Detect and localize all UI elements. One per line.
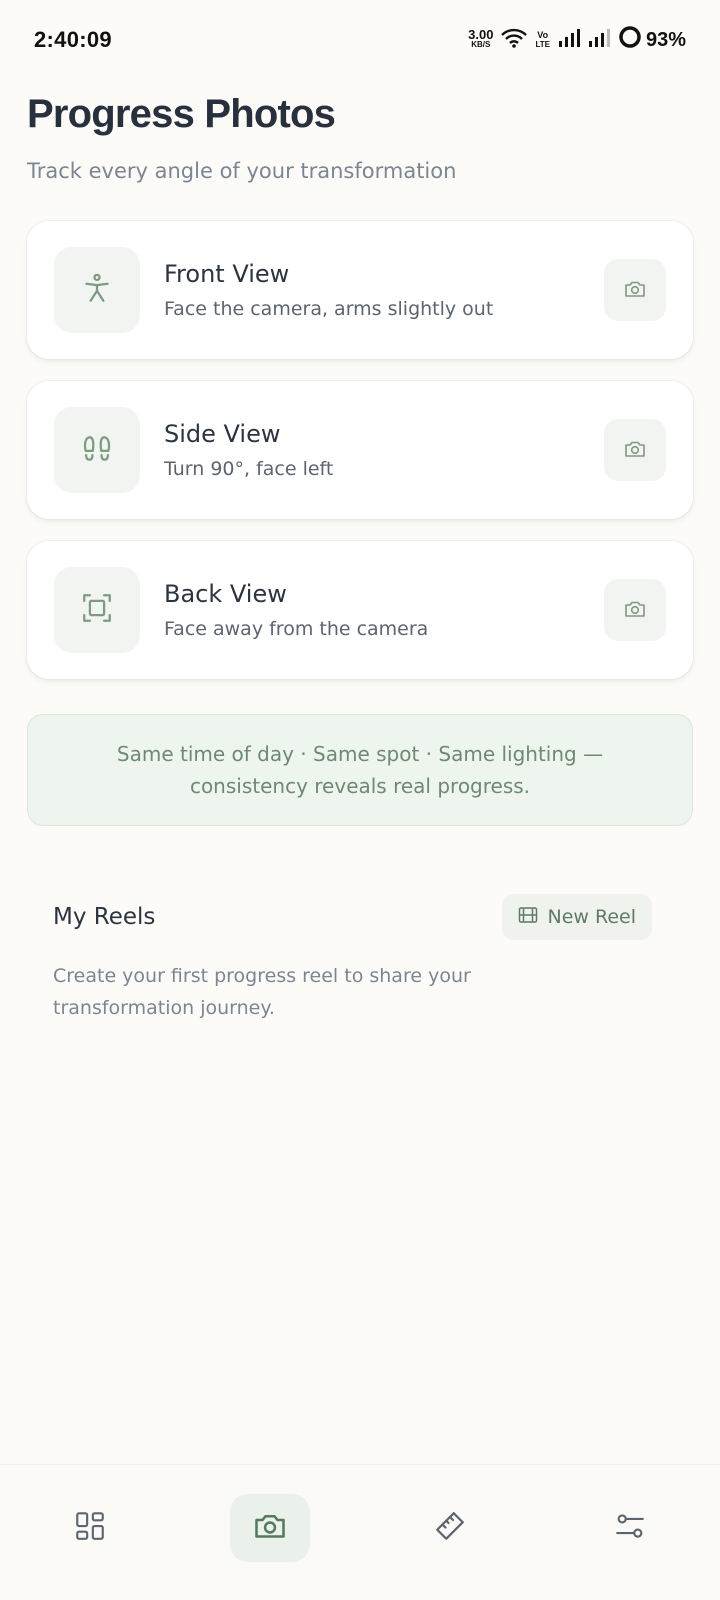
view-title: Front View	[164, 260, 290, 288]
reels-title: My Reels	[53, 904, 156, 930]
view-text: Front View Face the camera, arms slightl…	[164, 260, 604, 320]
nav-settings[interactable]	[590, 1494, 670, 1562]
nav-camera[interactable]	[230, 1493, 310, 1562]
status-icons: 3.00 KB/S Vo LTE 93%	[468, 25, 686, 55]
tip-line-2: consistency reveals real progress.	[189, 774, 531, 798]
consistency-tip: Same time of day · Same spot · Same ligh…	[27, 714, 693, 826]
nav-measurements[interactable]	[410, 1494, 490, 1562]
bottom-nav	[0, 1464, 720, 1600]
scan-frame-icon	[80, 591, 114, 629]
camera-icon	[252, 1508, 288, 1548]
person-standing-icon	[80, 271, 114, 309]
wifi-icon	[501, 28, 528, 52]
film-icon	[518, 906, 538, 929]
page-subtitle: Track every angle of your transformation	[27, 159, 457, 183]
footprints-icon	[80, 431, 114, 469]
front-view-camera-button[interactable]	[604, 259, 666, 321]
view-text: Side View Turn 90°, face left	[164, 420, 604, 480]
reels-empty-state: Create your first progress reel to share…	[53, 965, 471, 1019]
status-time: 2:40:09	[34, 27, 112, 52]
front-view-card[interactable]: Front View Face the camera, arms slightl…	[27, 221, 693, 359]
view-cards: Front View Face the camera, arms slightl…	[27, 221, 693, 701]
reels-header: My Reels New Reel	[53, 894, 652, 940]
view-text: Back View Face away from the camera	[164, 580, 604, 640]
dashboard-icon	[73, 1509, 107, 1547]
volte-indicator: Vo LTE	[535, 30, 550, 50]
view-description: Face the camera, arms slightly out	[164, 298, 494, 320]
view-icon-box	[54, 247, 140, 333]
signal-icon	[558, 29, 580, 51]
back-view-card[interactable]: Back View Face away from the camera	[27, 541, 693, 679]
back-view-camera-button[interactable]	[604, 579, 666, 641]
side-view-camera-button[interactable]	[604, 419, 666, 481]
page-header: Progress Photos Track every angle of you…	[27, 92, 693, 183]
view-title: Back View	[164, 580, 287, 608]
signal-icon-2	[588, 29, 610, 51]
battery-ring-icon	[618, 25, 642, 55]
view-description: Turn 90°, face left	[164, 458, 334, 480]
settings-sliders-icon	[613, 1509, 647, 1547]
camera-icon	[623, 437, 647, 464]
view-icon-box	[54, 407, 140, 493]
new-reel-button[interactable]: New Reel	[501, 894, 652, 940]
view-icon-box	[54, 567, 140, 653]
view-description: Face away from the camera	[164, 618, 429, 640]
camera-icon	[623, 277, 647, 304]
view-title: Side View	[164, 420, 281, 448]
ruler-icon	[432, 1508, 468, 1548]
camera-icon	[623, 597, 647, 624]
battery-indicator: 93%	[618, 25, 686, 55]
network-speed: 3.00 KB/S	[468, 27, 494, 49]
nav-dashboard[interactable]	[50, 1494, 130, 1562]
tip-line-1: Same time of day · Same spot · Same ligh…	[116, 742, 604, 766]
new-reel-label: New Reel	[547, 906, 637, 928]
page-title: Progress Photos	[27, 92, 336, 136]
side-view-card[interactable]: Side View Turn 90°, face left	[27, 381, 693, 519]
status-bar: 2:40:09 3.00 KB/S Vo LTE 93%	[0, 0, 720, 80]
